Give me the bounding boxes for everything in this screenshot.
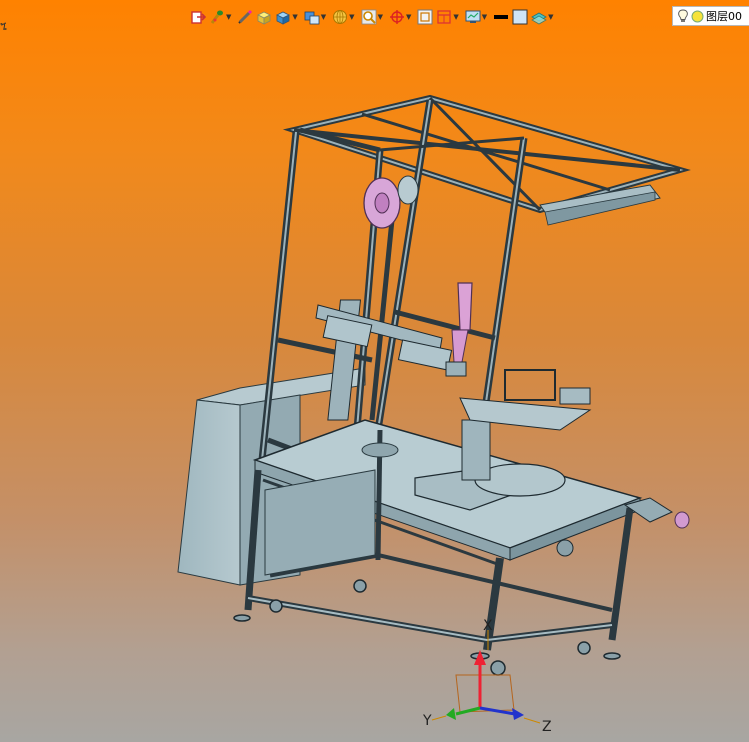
cad-viewport[interactable]: ጜ ▼ ▼ ▼ ▼ ▼ ▼ ▼ ▼ ▼ 图层00 X Y Z bbox=[0, 0, 749, 742]
cad-assembly-model[interactable] bbox=[0, 0, 749, 742]
z-axis-label: Z bbox=[542, 719, 552, 735]
y-axis-label: Y bbox=[422, 713, 432, 729]
x-axis-label: X bbox=[483, 618, 493, 634]
coordinate-triad: X Y Z bbox=[422, 618, 552, 735]
